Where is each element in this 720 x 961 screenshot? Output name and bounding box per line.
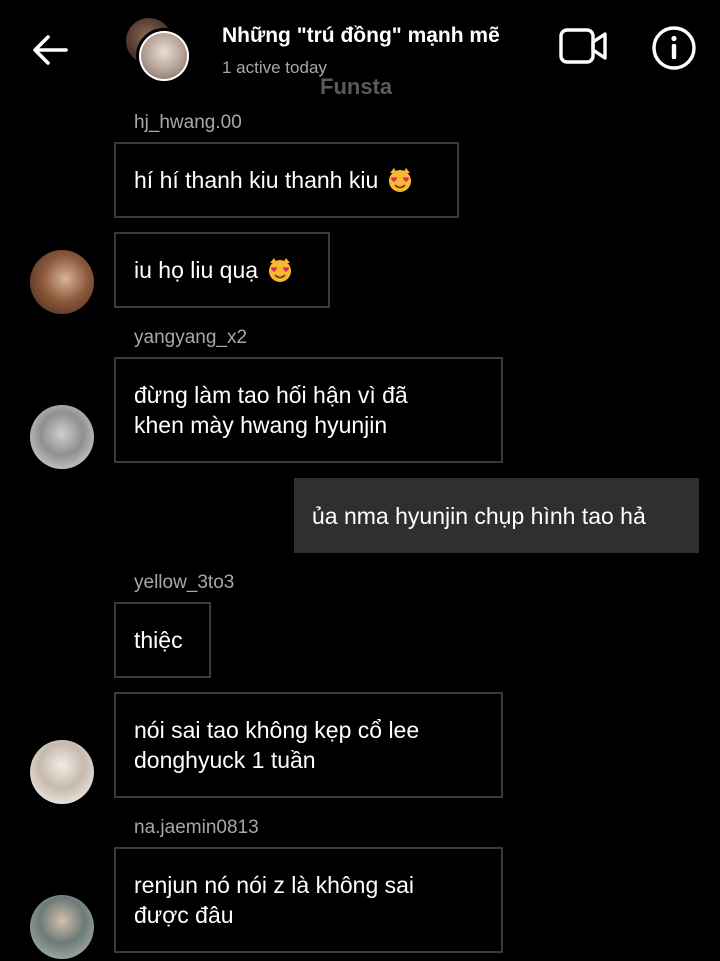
message-bubble[interactable]: thiệc: [114, 602, 211, 678]
watermark: Funsta: [320, 74, 393, 99]
chat-header: Những "trú đồng" mạnh mẽ 1 active today …: [0, 0, 720, 100]
message-text: thiệc: [134, 627, 183, 653]
message-text: nói sai tao không kẹp cổ lee donghyuck 1…: [134, 717, 420, 773]
sender-name: yangyang_x2: [134, 327, 248, 348]
info-circle-icon: [652, 26, 696, 70]
my-message-bubble[interactable]: ủa nma hyunjin chụp hình tao hả: [294, 478, 699, 553]
avatar[interactable]: [30, 740, 94, 804]
arrow-left-icon: [33, 35, 68, 65]
avatar[interactable]: [30, 250, 94, 314]
group-avatar[interactable]: [126, 18, 196, 88]
heart-eyes-cat-emoji-icon: [389, 168, 412, 192]
chat-status: 1 active today: [222, 58, 327, 77]
message-bubble[interactable]: renjun nó nói z là không sai được đâu: [114, 847, 503, 953]
message-bubble[interactable]: iu họ liu quạ: [114, 232, 330, 308]
video-camera-icon: [559, 28, 607, 64]
back-button[interactable]: [28, 28, 72, 72]
avatar[interactable]: [30, 895, 94, 959]
video-call-button[interactable]: [556, 24, 612, 70]
heart-eyes-cat-emoji-icon: [269, 258, 292, 282]
message-text: ủa nma hyunjin chụp hình tao hả: [312, 502, 646, 529]
sender-name: yellow_3to3: [134, 572, 235, 593]
sender-name: na.jaemin0813: [134, 817, 259, 838]
chat-title[interactable]: Những "trú đồng" mạnh mẽ: [222, 24, 500, 48]
message-bubble[interactable]: nói sai tao không kẹp cổ lee donghyuck 1…: [114, 692, 503, 798]
message-text: iu họ liu quạ: [134, 257, 259, 283]
message-bubble[interactable]: hí hí thanh kiu thanh kiu: [114, 142, 459, 218]
avatar[interactable]: [30, 405, 94, 469]
info-button[interactable]: [650, 24, 698, 72]
message-text: hí hí thanh kiu thanh kiu: [134, 167, 379, 193]
message-bubble[interactable]: đừng làm tao hối hận vì đã khen mày hwan…: [114, 357, 503, 463]
group-avatar-front: [136, 28, 192, 84]
message-text: renjun nó nói z là không sai được đâu: [134, 872, 415, 928]
message-text: đừng làm tao hối hận vì đã khen mày hwan…: [134, 382, 408, 438]
sender-name: hj_hwang.00: [134, 112, 242, 133]
